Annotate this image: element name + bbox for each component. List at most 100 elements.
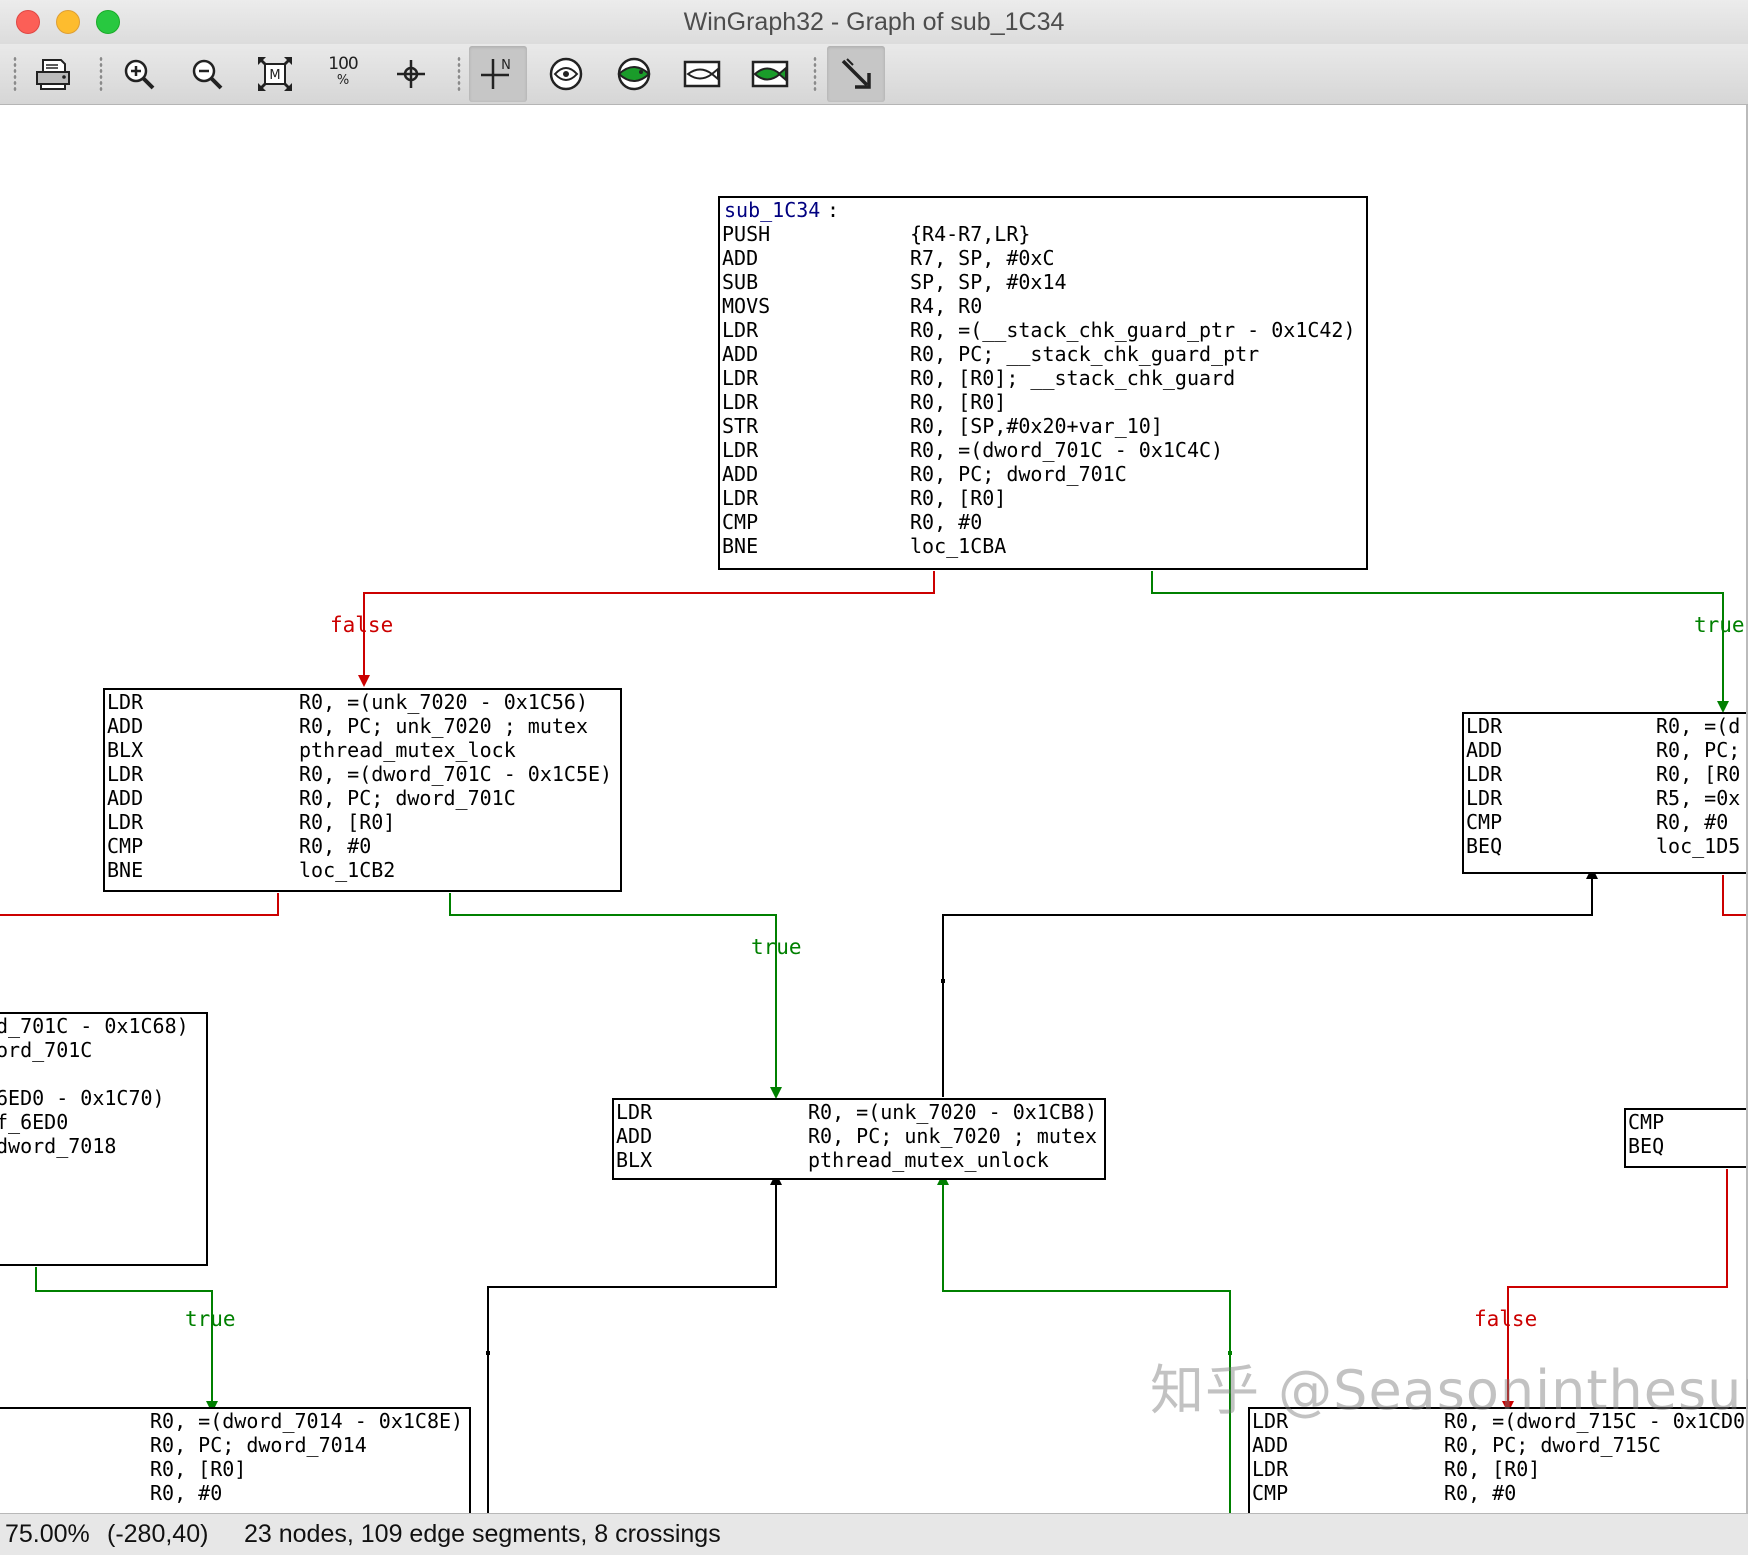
instruction-row[interactable]: ADD R0, PC; unk_7020 ; mutex <box>614 1124 1104 1148</box>
instruction-row[interactable]: CMP R0, #0 <box>720 510 1366 534</box>
instruction-row[interactable]: LDR R0, [R0]; __stack_chk_guard <box>720 366 1366 390</box>
instruction-row[interactable]: LDR R0, [R0] <box>720 390 1366 414</box>
instruction-mnemonic: SUB <box>722 270 759 294</box>
graph-node-right-top[interactable]: LDR R0, =(d ADD R0, PC; LDR R0, [R0 LDR R5, =0x… <box>1462 712 1746 874</box>
instruction-operands: 6ED0 - 0x1C70) <box>0 1086 165 1110</box>
layout-green-button[interactable] <box>605 46 663 102</box>
instruction-row[interactable]: BNE loc_1CB2 <box>105 858 620 882</box>
instruction-row[interactable]: MOVS R4, R0 <box>720 294 1366 318</box>
svg-text:N: N <box>501 58 511 73</box>
layout-outline-button[interactable] <box>673 46 731 102</box>
pointer-mode-button[interactable] <box>827 46 885 102</box>
overview-icon <box>549 57 583 91</box>
instruction-row[interactable]: LDR R0, =(dword_715C - 0x1CD0 <box>1250 1409 1746 1433</box>
instruction-operands: R0, [R0] <box>1444 1457 1541 1481</box>
instruction-row[interactable]: ord_701C <box>0 1038 206 1062</box>
instruction-row[interactable]: BLX pthread_mutex_lock <box>105 738 620 762</box>
title-bar[interactable]: WinGraph32 - Graph of sub_1C34 <box>0 0 1748 44</box>
instruction-row[interactable]: f_6ED0 <box>0 1110 206 1134</box>
toolbar-separator <box>99 56 103 92</box>
graph-node-mutex-unlock[interactable]: LDR R0, =(unk_7020 - 0x1CB8) ADD R0, PC; un… <box>612 1098 1106 1180</box>
graph-node-entry[interactable]: sub_1C34: PUSH {R4-R7,LR} ADD R7, SP, #0xC S… <box>718 196 1368 570</box>
instruction-row[interactable]: CMP R0, #0 <box>1250 1481 1746 1505</box>
north-orient-button[interactable]: N <box>469 46 527 102</box>
instruction-row[interactable]: dword_7018 <box>0 1134 206 1158</box>
zoom-out-button[interactable] <box>178 46 236 102</box>
instruction-row[interactable]: 6ED0 - 0x1C70) <box>0 1086 206 1110</box>
fit-window-button[interactable]: M <box>246 46 304 102</box>
instruction-row[interactable]: ADD R0, PC; __stack_chk_guard_ptr <box>720 342 1366 366</box>
print-button[interactable] <box>24 46 82 102</box>
instruction-operands: R0, [R0] <box>910 390 1007 414</box>
graph-node-mutex-lock[interactable]: LDR R0, =(unk_7020 - 0x1C56) ADD R0, PC; un… <box>103 688 622 892</box>
instruction-row[interactable]: PUSH {R4-R7,LR} <box>720 222 1366 246</box>
instruction-row[interactable]: LDR R0, [R0] <box>105 810 620 834</box>
instruction-operands: R0, PC; dword_7014 <box>150 1433 367 1457</box>
instruction-row[interactable]: SUB SP, SP, #0x14 <box>720 270 1366 294</box>
instruction-operands: R0, [R0] <box>150 1457 247 1481</box>
instruction-mnemonic: LDR <box>722 366 759 390</box>
instruction-row[interactable]: CMP R0, #0 <box>1464 810 1746 834</box>
edge-label-true: true <box>185 1307 236 1331</box>
overview-button[interactable] <box>537 46 595 102</box>
instruction-operands: R0, =(dword_701C - 0x1C4C) <box>910 438 1224 462</box>
instruction-operands: loc_1D5 <box>1656 834 1741 858</box>
node-rows: CMP BEQ <box>1626 1110 1746 1158</box>
instruction-mnemonic: ADD <box>1466 738 1503 762</box>
instruction-operands: R0, #0 <box>150 1481 223 1505</box>
instruction-row[interactable]: R0, =(dword_7014 - 0x1C8E) <box>0 1409 469 1433</box>
graph-node-left-mid[interactable]: d_701C - 0x1C68) ord_701C 6ED0 - 0x1C70) f_… <box>0 1012 208 1266</box>
instruction-operands: R0, =(unk_7020 - 0x1C56) <box>299 690 588 714</box>
instruction-row[interactable]: ADD R0, PC; unk_7020 ; mutex <box>105 714 620 738</box>
instruction-row[interactable]: R0, PC; dword_7014 <box>0 1433 469 1457</box>
node-rows: R0, =(dword_7014 - 0x1C8E) R0, PC; dword_… <box>0 1409 469 1505</box>
center-button[interactable] <box>382 46 440 102</box>
instruction-row[interactable]: BNE loc_1CBA <box>720 534 1366 558</box>
instruction-row[interactable]: LDR R0, [R0] <box>1250 1457 1746 1481</box>
instruction-row[interactable]: CMP <box>1626 1110 1746 1134</box>
instruction-row[interactable]: R0, #0 <box>0 1481 469 1505</box>
instruction-row[interactable]: LDR R0, =(d <box>1464 714 1746 738</box>
instruction-operands: R0, =(d <box>1656 714 1741 738</box>
instruction-row[interactable]: LDR R0, =(__stack_chk_guard_ptr - 0x1C42) <box>720 318 1366 342</box>
instruction-operands: pthread_mutex_lock <box>299 738 516 762</box>
instruction-operands: R0, PC; unk_7020 ; mutex <box>299 714 588 738</box>
node-rows: PUSH {R4-R7,LR} ADD R7, SP, #0xC SUB SP, SP, … <box>720 222 1366 558</box>
instruction-row[interactable]: LDR R0, =(dword_701C - 0x1C5E) <box>105 762 620 786</box>
instruction-row[interactable]: ADD R7, SP, #0xC <box>720 246 1366 270</box>
instruction-operands: R0, =(dword_7014 - 0x1C8E) <box>150 1409 464 1433</box>
instruction-row[interactable]: LDR R0, [R0] <box>720 486 1366 510</box>
instruction-row[interactable]: LDR R0, [R0 <box>1464 762 1746 786</box>
instruction-row[interactable]: ADD R0, PC; dword_701C <box>720 462 1366 486</box>
instruction-row[interactable]: BLX pthread_mutex_unlock <box>614 1148 1104 1172</box>
instruction-row[interactable]: LDR R5, =0x <box>1464 786 1746 810</box>
instruction-mnemonic: LDR <box>1466 786 1503 810</box>
instruction-row[interactable]: STR R0, [SP,#0x20+var_10] <box>720 414 1366 438</box>
instruction-row[interactable]: LDR R0, =(dword_701C - 0x1C4C) <box>720 438 1366 462</box>
instruction-operands: R0, =(unk_7020 - 0x1CB8) <box>808 1100 1097 1124</box>
instruction-row[interactable]: LDR R0, =(unk_7020 - 0x1CB8) <box>614 1100 1104 1124</box>
instruction-row[interactable]: CMP R0, #0 <box>105 834 620 858</box>
instruction-row[interactable]: ADD R0, PC; dword_715C <box>1250 1433 1746 1457</box>
instruction-row[interactable] <box>0 1062 206 1086</box>
edge-true <box>35 1267 213 1405</box>
instruction-row[interactable]: ADD R0, PC; dword_701C <box>105 786 620 810</box>
instruction-row[interactable]: ADD R0, PC; <box>1464 738 1746 762</box>
instruction-row[interactable]: d_701C - 0x1C68) <box>0 1014 206 1038</box>
graph-node-bottom-right[interactable]: LDR R0, =(dword_715C - 0x1CD0 ADD R0, PC; d… <box>1248 1407 1746 1513</box>
layout-green-2-button[interactable] <box>741 46 799 102</box>
graph-node-right-mid[interactable]: CMP BEQ <box>1624 1108 1746 1168</box>
graph-canvas[interactable]: sub_1C34: PUSH {R4-R7,LR} ADD R7, SP, #0xC S… <box>0 105 1748 1513</box>
instruction-mnemonic: ADD <box>1252 1433 1289 1457</box>
instruction-row[interactable]: LDR R0, =(unk_7020 - 0x1C56) <box>105 690 620 714</box>
instruction-row[interactable]: BEQ loc_1D5 <box>1464 834 1746 858</box>
instruction-row[interactable]: R0, [R0] <box>0 1457 469 1481</box>
instruction-row[interactable]: BEQ <box>1626 1134 1746 1158</box>
graph-node-bottom-left[interactable]: R0, =(dword_7014 - 0x1C8E) R0, PC; dword_… <box>0 1407 471 1513</box>
instruction-mnemonic: LDR <box>107 690 144 714</box>
zoom-100-button[interactable]: 100 % <box>314 46 372 102</box>
instruction-mnemonic: LDR <box>1252 1457 1289 1481</box>
instruction-operands: R0, [R0] <box>910 486 1007 510</box>
instruction-mnemonic: LDR <box>722 438 759 462</box>
zoom-in-button[interactable] <box>110 46 168 102</box>
